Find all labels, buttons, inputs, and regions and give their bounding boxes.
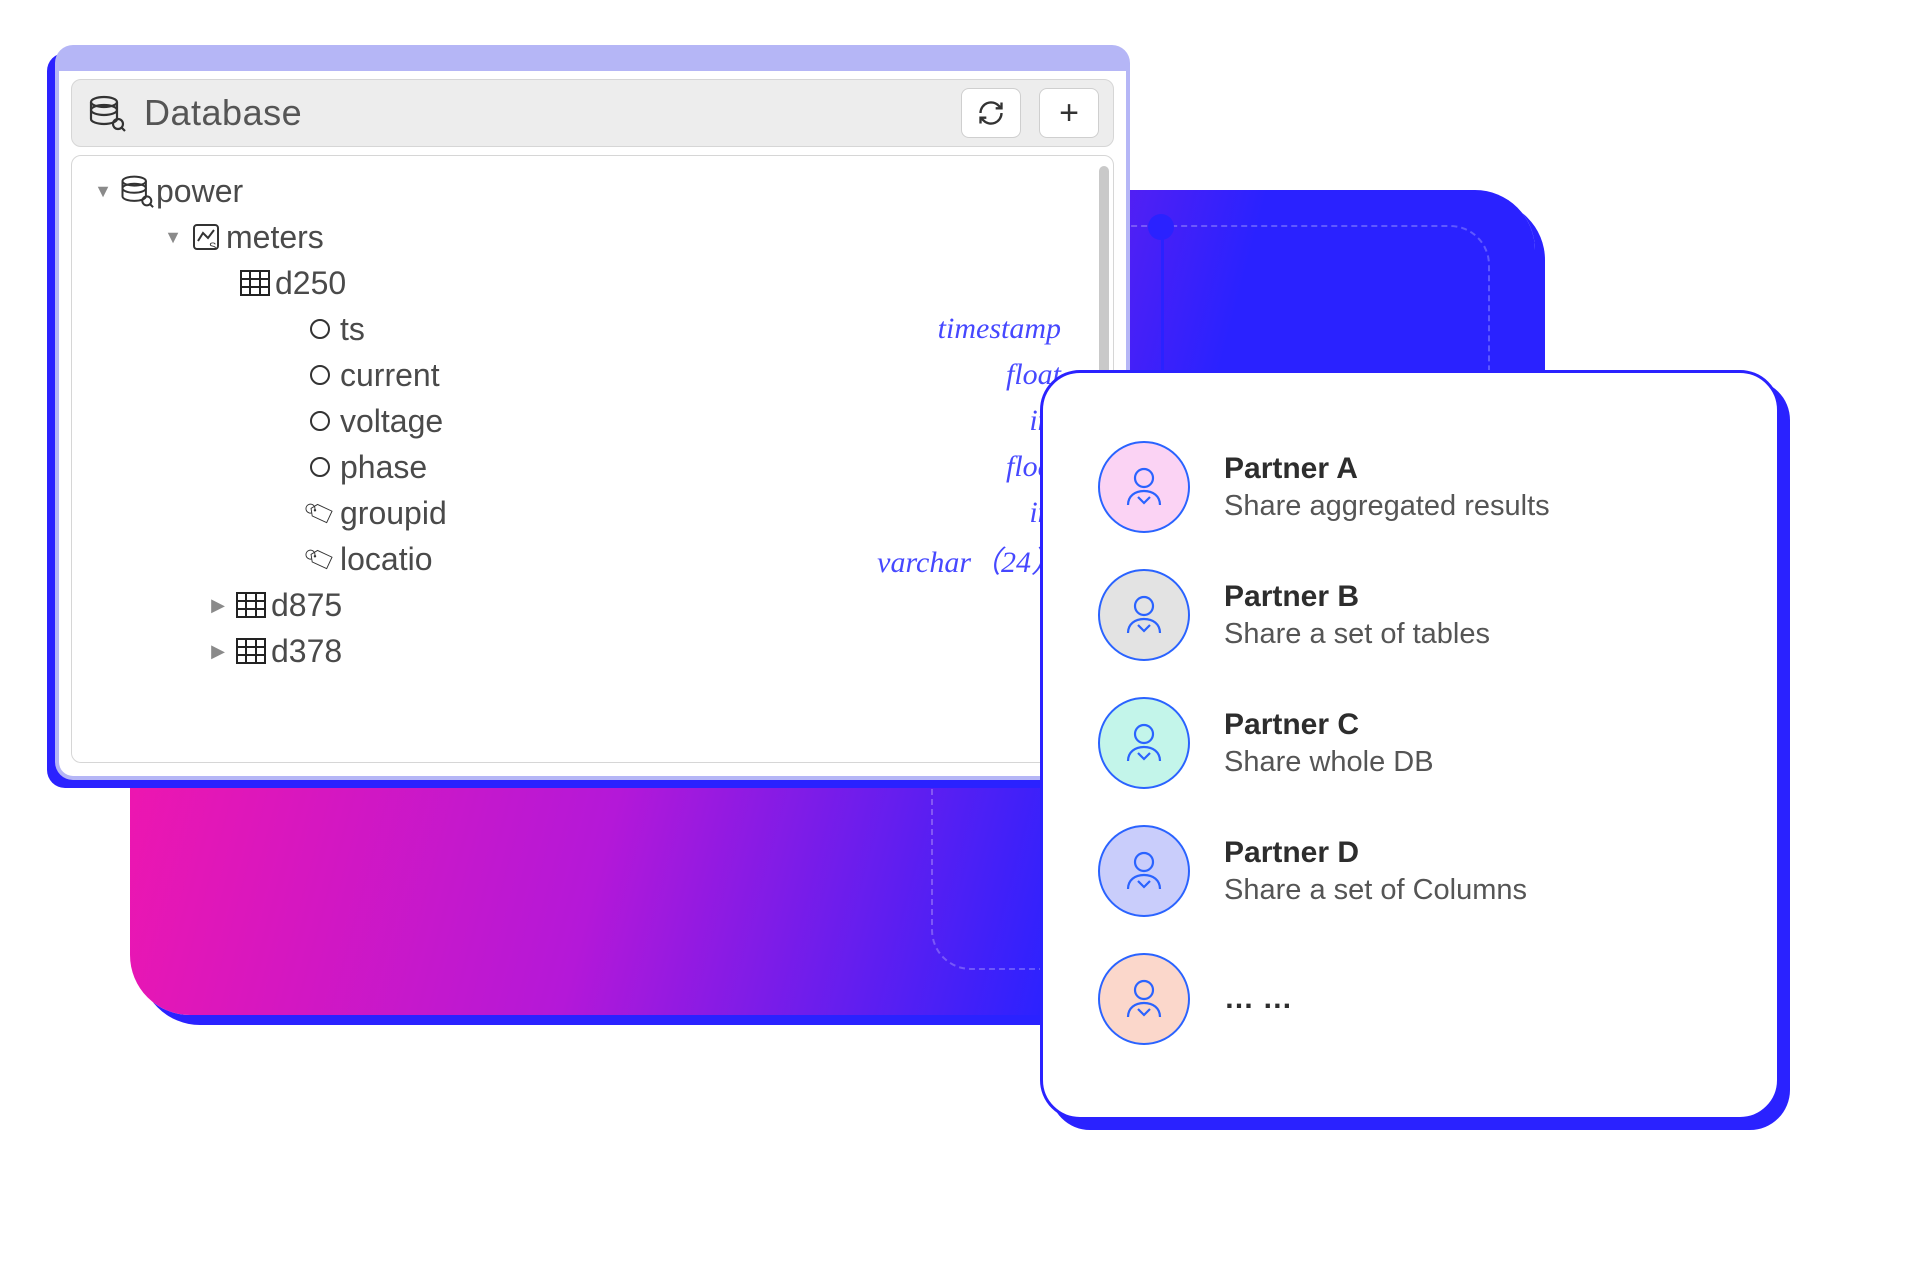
column-type: timestamp: [938, 312, 1061, 346]
partner-row[interactable]: … …: [1098, 935, 1722, 1063]
partner-avatar: [1098, 953, 1190, 1045]
partner-desc: Share whole DB: [1224, 744, 1434, 780]
table-icon: [235, 270, 275, 296]
partner-row[interactable]: Partner C Share whole DB: [1098, 679, 1722, 807]
tree-node-column[interactable]: phase float: [90, 444, 1091, 490]
tree-node-label: current: [340, 357, 440, 394]
partner-name: Partner D: [1224, 834, 1527, 872]
tree-node-label: phase: [340, 449, 427, 486]
panel-title: Database: [144, 92, 943, 134]
tree-node-database[interactable]: ▼ power: [90, 168, 1091, 214]
partner-desc: Share a set of Columns: [1224, 872, 1527, 908]
database-icon: [116, 173, 156, 209]
partner-name: Partner A: [1224, 450, 1550, 488]
chevron-down-icon[interactable]: ▼: [160, 227, 186, 248]
partner-desc: Share aggregated results: [1224, 488, 1550, 524]
partner-row[interactable]: Partner A Share aggregated results: [1098, 423, 1722, 551]
chevron-right-icon[interactable]: ▶: [205, 595, 231, 616]
refresh-button[interactable]: [961, 88, 1021, 138]
refresh-icon: [977, 99, 1005, 127]
add-button[interactable]: +: [1039, 88, 1099, 138]
tree-node-label: d378: [271, 633, 342, 670]
tree-node-column[interactable]: voltage int: [90, 398, 1091, 444]
tag-icon: 🏷: [300, 499, 340, 528]
chevron-right-icon[interactable]: ▶: [205, 641, 231, 662]
connector-line: [1161, 232, 1164, 372]
column-icon: [300, 411, 340, 431]
partner-name: … …: [1224, 980, 1292, 1018]
tree-node-schema[interactable]: ▼ S meters: [90, 214, 1091, 260]
tree-node-label: power: [156, 173, 243, 210]
tree-node-label: d875: [271, 587, 342, 624]
partner-avatar: [1098, 697, 1190, 789]
chevron-down-icon[interactable]: ▼: [90, 181, 116, 202]
tree-node-table[interactable]: d250: [90, 260, 1091, 306]
database-tree: ▼ power ▼ S meters: [71, 155, 1114, 763]
tree-node-label: locatio: [340, 541, 433, 578]
tree-node-label: meters: [226, 219, 324, 256]
tree-node-label: d250: [275, 265, 346, 302]
database-icon: [86, 93, 126, 133]
partner-avatar: [1098, 825, 1190, 917]
partner-desc: Share a set of tables: [1224, 616, 1490, 652]
partner-row[interactable]: Partner D Share a set of Columns: [1098, 807, 1722, 935]
column-icon: [300, 457, 340, 477]
svg-text:S: S: [209, 241, 216, 253]
tree-node-label: ts: [340, 311, 365, 348]
partner-name: Partner C: [1224, 706, 1434, 744]
partner-name: Partner B: [1224, 578, 1490, 616]
partners-popover: Partner A Share aggregated results Partn…: [1040, 370, 1780, 1120]
tag-icon: 🏷: [300, 545, 340, 574]
tree-node-table[interactable]: ▶ d875: [90, 582, 1091, 628]
database-panel: Database + ▼: [55, 45, 1130, 780]
plus-icon: +: [1059, 96, 1079, 130]
tree-node-column[interactable]: ts timestamp: [90, 306, 1091, 352]
schema-icon: S: [186, 221, 226, 253]
column-icon: [300, 365, 340, 385]
tree-node-column[interactable]: 🏷 locatio varchar（24）: [90, 536, 1091, 582]
partner-row[interactable]: Partner B Share a set of tables: [1098, 551, 1722, 679]
partner-avatar: [1098, 569, 1190, 661]
table-icon: [231, 638, 271, 664]
database-toolbar: Database +: [71, 79, 1114, 147]
column-icon: [300, 319, 340, 339]
tree-node-label: groupid: [340, 495, 447, 532]
tree-node-column[interactable]: current float: [90, 352, 1091, 398]
tree-node-label: voltage: [340, 403, 443, 440]
tree-node-column[interactable]: 🏷 groupid int: [90, 490, 1091, 536]
tree-node-table[interactable]: ▶ d378: [90, 628, 1091, 674]
partner-avatar: [1098, 441, 1190, 533]
column-type: varchar（24）: [877, 537, 1061, 581]
table-icon: [231, 592, 271, 618]
